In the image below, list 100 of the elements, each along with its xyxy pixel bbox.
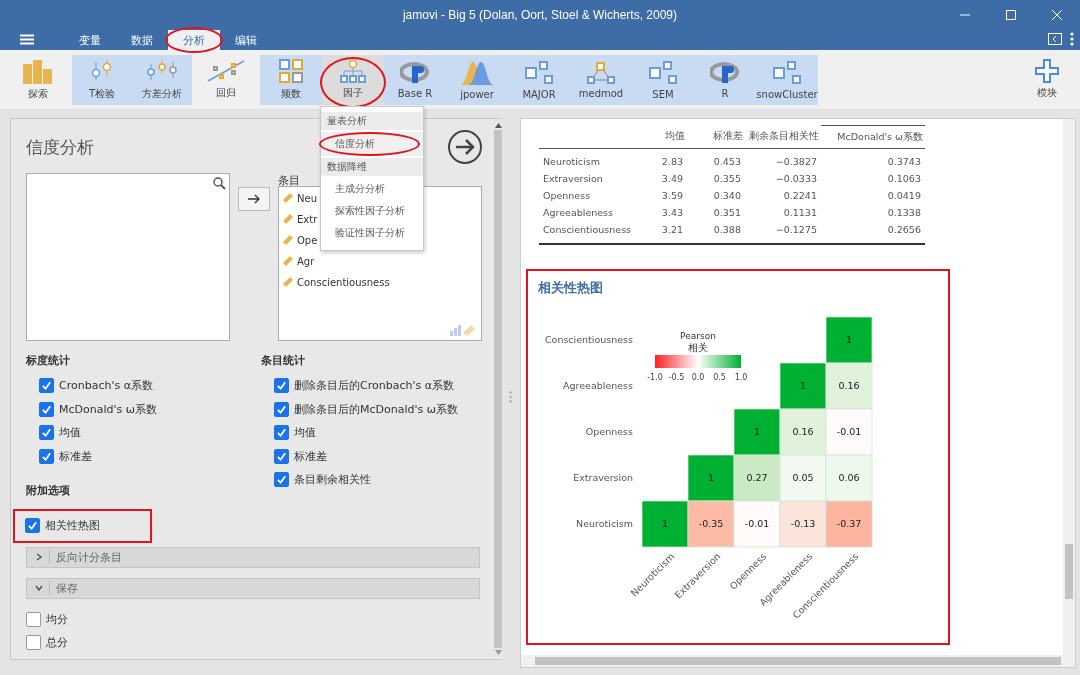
distribution-icon xyxy=(459,59,495,86)
legend-title: Pearson xyxy=(680,331,716,341)
move-button[interactable] xyxy=(238,187,270,211)
table-cell-text: Openness xyxy=(541,189,592,203)
checkbox[interactable] xyxy=(274,425,289,441)
toolbar-button[interactable]: 频数 xyxy=(260,54,322,105)
list-item[interactable]: Ope xyxy=(297,234,318,246)
scrollbar[interactable] xyxy=(520,655,1075,667)
checkbox[interactable] xyxy=(26,611,41,627)
squares-icon xyxy=(648,59,678,86)
table-cell-text: 3.49 xyxy=(660,172,684,186)
checkbox[interactable] xyxy=(39,448,54,464)
toolbar-button[interactable]: snowCluster xyxy=(756,54,818,105)
scroll-down-icon[interactable] xyxy=(494,650,502,655)
table-cell-text: Agreeableness xyxy=(541,206,614,220)
legend-tick: 0.0 xyxy=(691,373,705,382)
checkbox[interactable] xyxy=(274,448,289,464)
checkbox[interactable] xyxy=(274,401,289,417)
arrow-icon xyxy=(455,138,475,156)
run-button[interactable] xyxy=(448,130,482,164)
list-item[interactable]: Extr xyxy=(297,213,318,225)
menu-tab[interactable]: 编辑 xyxy=(220,30,272,50)
cell-value: -0.01 xyxy=(836,426,862,437)
scrollbar[interactable] xyxy=(494,119,502,659)
more-icon[interactable] xyxy=(1070,32,1074,46)
toolbar-button[interactable]: 因子 xyxy=(322,54,384,105)
cell-value: -0.13 xyxy=(790,518,816,529)
splitter-handle[interactable] xyxy=(509,390,513,403)
row-label: Conscientiousness xyxy=(544,334,633,345)
toolbar-button[interactable]: MAJOR xyxy=(508,54,570,105)
cell-value: 0.05 xyxy=(792,472,814,483)
checkbox-label: McDonald's ω系数 xyxy=(59,401,157,417)
checkbox-label: 总分 xyxy=(46,635,68,651)
menu-icon[interactable] xyxy=(20,34,34,45)
list-item[interactable]: Neu xyxy=(297,192,317,204)
table-cell-text: 0.340 xyxy=(712,189,742,203)
table-cell-text: 0.355 xyxy=(712,172,742,186)
collapsible-section[interactable]: 保存 xyxy=(26,577,480,599)
chevron-right-icon xyxy=(35,553,43,561)
list-item[interactable]: Conscientiousness xyxy=(297,276,390,288)
checkbox[interactable] xyxy=(25,518,40,534)
scatter-line-icon xyxy=(206,59,246,83)
table-cell-text: −0.0333 xyxy=(774,172,818,186)
panel-toggle-icon[interactable] xyxy=(1048,33,1062,45)
column-header: McDonald's ω系数 xyxy=(820,125,925,149)
toolbar-button[interactable]: 方差分析 xyxy=(132,54,192,105)
menu-section-header: 数据降维 xyxy=(321,158,423,176)
checkbox[interactable] xyxy=(274,472,289,488)
list-label: 条目 xyxy=(278,173,301,186)
menu-item[interactable]: 探索性因子分析 xyxy=(321,200,423,222)
legend-tick: 1.0 xyxy=(734,373,748,382)
scroll-up-icon[interactable] xyxy=(494,123,502,128)
table-cell-text: Conscientiousness xyxy=(541,223,633,237)
search-icon[interactable] xyxy=(213,177,226,190)
menu-item[interactable]: 信度分析 xyxy=(321,132,423,156)
checkbox[interactable] xyxy=(274,378,289,394)
table-cell-text: 3.43 xyxy=(660,206,684,220)
toolbar-button[interactable]: 探索 xyxy=(8,54,68,105)
checkbox-label: 均值 xyxy=(294,425,316,441)
cell-value: 0.16 xyxy=(792,426,814,437)
arrow-icon xyxy=(248,194,260,204)
row-label: Extraversion xyxy=(573,472,633,483)
table-cell-text: 0.1063 xyxy=(886,172,922,186)
row-label: Neuroticism xyxy=(576,518,633,529)
table-cell-text: 0.0419 xyxy=(886,189,922,203)
close-icon[interactable] xyxy=(1052,10,1062,20)
list-item[interactable]: Agr xyxy=(297,255,315,267)
ruler-icon xyxy=(282,192,294,204)
maximize-icon[interactable] xyxy=(1006,10,1016,20)
ruler-icon xyxy=(282,276,294,288)
checkbox[interactable] xyxy=(26,635,41,651)
modules-button[interactable]: 模块 xyxy=(1022,54,1072,105)
scrollbar[interactable] xyxy=(1063,119,1075,655)
plus-icon xyxy=(1035,59,1059,83)
menu-tab[interactable]: 变量 xyxy=(64,30,116,50)
menu-tab[interactable]: 分析 xyxy=(168,30,220,50)
toolbar-button[interactable]: Base R xyxy=(384,54,446,105)
triangle-icon xyxy=(586,60,616,85)
checkbox[interactable] xyxy=(39,378,54,394)
column-header: 剩余条目相关性 xyxy=(744,125,821,149)
cell-value: 1 xyxy=(661,518,668,529)
checkbox-label: 条目剩余相关性 xyxy=(294,472,371,488)
checkbox[interactable] xyxy=(39,425,54,441)
toolbar-button[interactable]: 回归 xyxy=(196,54,256,105)
toolbar-button[interactable]: medmod xyxy=(570,54,632,105)
ring-icon xyxy=(710,60,740,85)
toolbar-button[interactable]: T检验 xyxy=(72,54,132,105)
cell-value: 0.27 xyxy=(746,472,768,483)
cell-value: 1 xyxy=(707,472,714,483)
checkbox[interactable] xyxy=(39,401,54,417)
toolbar-button[interactable]: R xyxy=(694,54,756,105)
menu-item[interactable]: 验证性因子分析 xyxy=(321,222,423,244)
table-cell-text: 0.1338 xyxy=(886,206,922,220)
collapsible-section[interactable]: 反向计分条目 xyxy=(26,546,480,568)
checkbox-label: 标准差 xyxy=(59,448,92,464)
menu-tab[interactable]: 数据 xyxy=(116,30,168,50)
toolbar-button[interactable]: SEM xyxy=(632,54,694,105)
toolbar-button[interactable]: jpower xyxy=(446,54,508,105)
menu-section-header: 量表分析 xyxy=(321,112,423,130)
section-heading: 条目统计 xyxy=(261,353,306,368)
